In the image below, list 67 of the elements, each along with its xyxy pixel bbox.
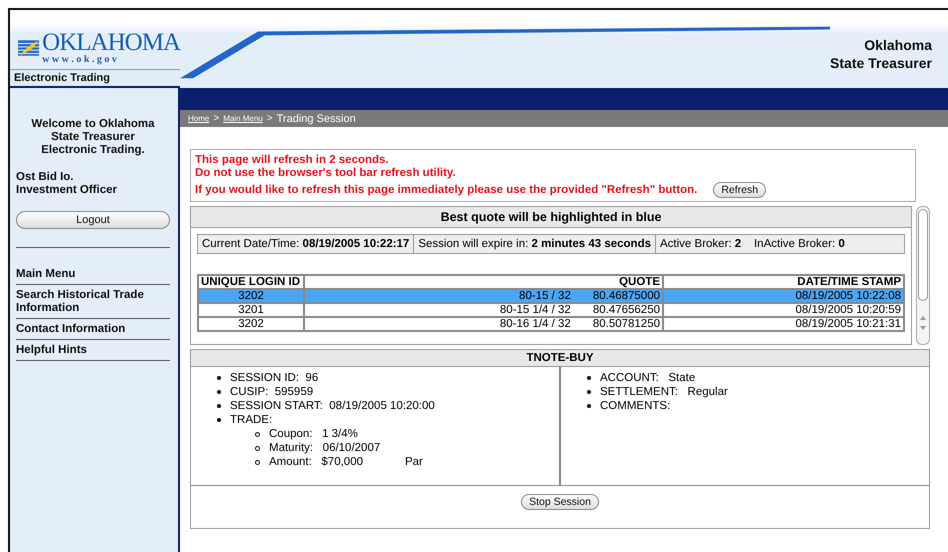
- breadcrumb-separator: >: [266, 113, 273, 124]
- warning-text: If you would like to refresh this page immediately please use the provided "Refresh" button.: [195, 184, 698, 196]
- bullet-icon: [217, 376, 221, 380]
- table-cell: 3201: [198, 303, 304, 317]
- table-cell: 80-15 / 32 80.46875000: [304, 289, 663, 303]
- quote-row[interactable]: 3202 80-15 / 32 80.46875000 08/19/2005 10:22:08: [198, 289, 904, 303]
- panel-title: Best quote will be highlighted in blue: [191, 207, 911, 228]
- status-text: Current Date/Time: 08/19/2005 10:22:17: [198, 235, 414, 253]
- scroll-arrows-icon: [919, 315, 927, 331]
- detail-item: Amount: $70,000 Par: [269, 455, 423, 469]
- bullet-icon: [217, 418, 221, 422]
- logo-wordmark: OKLAHOMA: [42, 30, 180, 55]
- sidebar-item[interactable]: Search Historical Trade Information: [16, 285, 170, 319]
- sidebar-item[interactable]: Helpful Hints: [16, 340, 170, 361]
- column-header: DATE/TIME STAMP: [663, 275, 904, 289]
- panel-title: TNOTE-BUY: [191, 350, 929, 367]
- logo-url: w w w . o k . g o v: [42, 55, 118, 65]
- bullet-icon: [255, 460, 260, 464]
- table-cell: 3202: [198, 317, 304, 331]
- warning-text: This page will refresh in 2 seconds.: [195, 154, 390, 167]
- bullet-icon: [255, 432, 260, 436]
- column-header: QUOTE: [304, 275, 663, 289]
- stop-session-button[interactable]: Stop Session: [521, 494, 599, 510]
- detail-item: ACCOUNT: State: [600, 371, 696, 385]
- table-cell: 08/19/2005 10:22:08: [663, 289, 904, 303]
- detail-item: TRADE:: [230, 413, 272, 427]
- detail-item: Maturity: 06/10/2007: [269, 441, 380, 455]
- user-info: Ost Bid Io.: [16, 171, 74, 184]
- breadcrumb-current: Trading Session: [276, 112, 356, 124]
- welcome-text: State Treasurer: [50, 131, 136, 144]
- quote-row[interactable]: 3202 80-16 1/4 / 32 80.50781250 08/19/2005 10:21:31: [198, 317, 904, 331]
- sidebar-item[interactable]: Contact Information: [16, 319, 170, 340]
- bullet-icon: [217, 404, 221, 408]
- quote-row[interactable]: 3201 80-15 1/4 / 32 80.47656250 08/19/2005 10:20:59: [198, 303, 904, 317]
- bullet-icon: [255, 446, 260, 450]
- breadcrumb-separator: >: [213, 113, 220, 124]
- status-text: Active Broker: 2 InActive Broker: 0: [659, 237, 846, 252]
- welcome-text: Welcome to Oklahoma: [30, 118, 156, 131]
- breadcrumb-link[interactable]: Main Menu: [223, 114, 263, 123]
- welcome-text: Electronic Trading.: [40, 144, 146, 157]
- bullet-icon: [587, 404, 591, 408]
- logout-button[interactable]: Logout: [16, 211, 170, 229]
- table-cell: 3202: [198, 289, 304, 303]
- table-cell: 08/19/2005 10:20:59: [663, 303, 904, 317]
- table-cell: 08/19/2005 10:21:31: [663, 317, 904, 331]
- app-label: Electronic Trading: [10, 69, 180, 88]
- detail-item: SESSION START: 08/19/2005 10:20:00: [230, 399, 435, 413]
- detail-item: Coupon: 1 3/4%: [269, 427, 358, 441]
- detail-item: COMMENTS:: [600, 399, 670, 413]
- bullet-icon: [217, 390, 221, 394]
- breadcrumb-link[interactable]: Home: [188, 114, 210, 123]
- refresh-button[interactable]: Refresh: [713, 182, 766, 198]
- header-title: Oklahoma: [863, 36, 932, 54]
- detail-item: SETTLEMENT: Regular: [600, 385, 728, 399]
- column-header: UNIQUE LOGIN ID: [198, 275, 304, 289]
- user-info: Investment Officer: [16, 184, 118, 197]
- status-text: Session will expire in: 2 minutes 43 seconds: [414, 235, 656, 253]
- detail-item: SESSION ID: 96: [230, 371, 318, 385]
- bullet-icon: [587, 376, 591, 380]
- table-cell: 80-15 1/4 / 32 80.47656250: [304, 303, 663, 317]
- sidebar-item[interactable]: Main Menu: [16, 264, 170, 285]
- warning-text: Do not use the browser's tool bar refresh utility.: [195, 167, 457, 180]
- scrollbar[interactable]: [916, 206, 930, 345]
- header-title: State Treasurer: [830, 54, 932, 72]
- detail-item: CUSIP: 595959: [230, 385, 314, 399]
- bullet-icon: [587, 390, 591, 394]
- table-cell: 80-16 1/4 / 32 80.50781250: [304, 317, 663, 331]
